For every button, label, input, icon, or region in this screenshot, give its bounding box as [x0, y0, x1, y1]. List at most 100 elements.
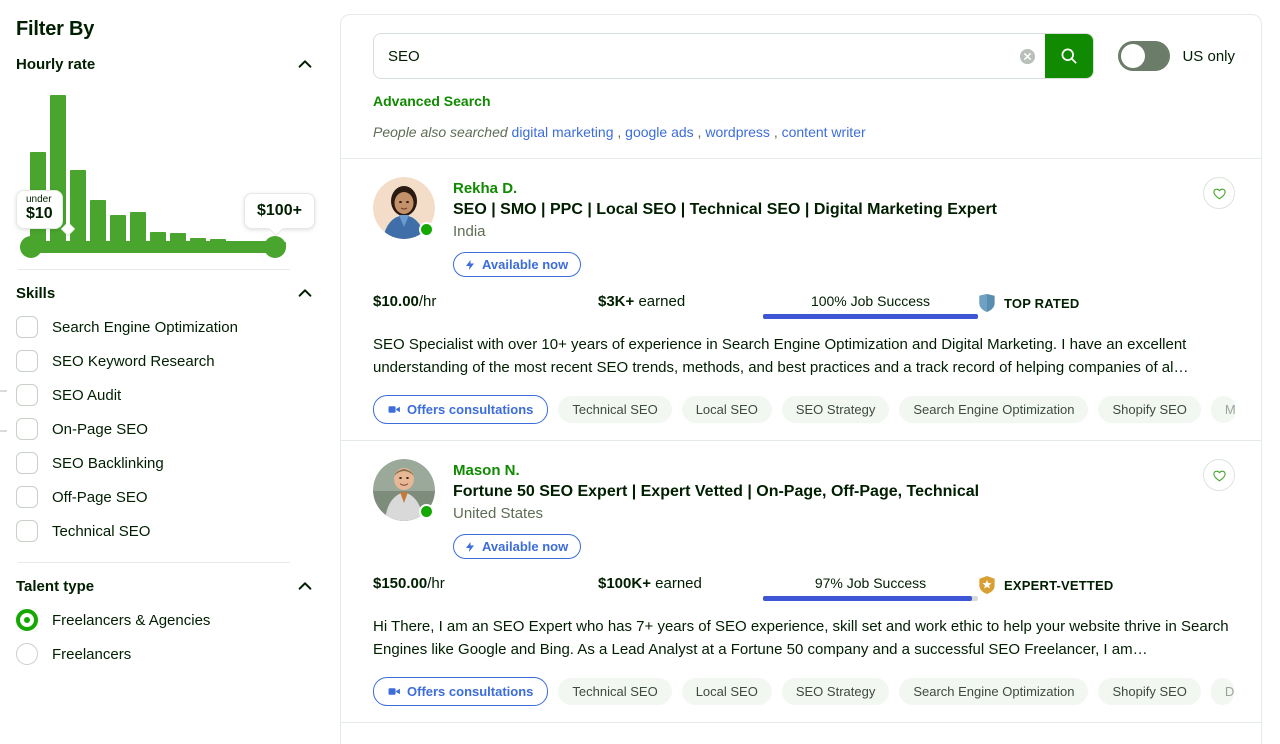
skill-tag[interactable]: Local SEO — [682, 396, 772, 423]
card-header: Mason N.Fortune 50 SEO Expert | Expert V… — [373, 459, 1235, 559]
rate-value: $10.00 — [373, 293, 419, 310]
skill-option-label: Off-Page SEO — [52, 489, 148, 506]
earned-value: $3K+ — [598, 293, 634, 310]
people-also-searched-label: People also searched — [373, 124, 508, 140]
range-slider-max-handle[interactable] — [264, 236, 286, 258]
freelancer-card[interactable]: Mason N.Fortune 50 SEO Expert | Expert V… — [341, 441, 1261, 723]
skill-tag[interactable]: Technical SEO — [558, 396, 671, 423]
scroll-tick-marker — [0, 390, 7, 392]
talent-search-page: Filter By Hourly rate under $10 — [0, 0, 1280, 744]
talent-type-header[interactable]: Talent type — [16, 563, 314, 603]
stats-row: $150.00/hr$100K+ earned97% Job SuccessEX… — [373, 575, 1235, 601]
clear-icon[interactable] — [1009, 34, 1045, 78]
search-box[interactable] — [373, 33, 1094, 79]
search-button[interactable] — [1045, 34, 1093, 78]
skill-tag[interactable]: Search Engine Optimization — [899, 396, 1088, 423]
save-heart-icon[interactable] — [1203, 177, 1235, 209]
people-also-searched-link[interactable]: wordpress — [705, 124, 770, 140]
talent-type-options-list: Freelancers & Agencies Freelancers — [16, 603, 314, 671]
skill-option-5[interactable]: Off-Page SEO — [16, 480, 314, 514]
checkbox[interactable] — [16, 418, 38, 440]
chevron-up-icon[interactable] — [296, 55, 314, 73]
checkbox[interactable] — [16, 316, 38, 338]
freelancer-description: SEO Specialist with over 10+ years of ex… — [373, 333, 1235, 379]
skill-option-0[interactable]: Search Engine Optimization — [16, 310, 314, 344]
chevron-up-icon[interactable] — [296, 284, 314, 302]
hourly-rate-heading: Hourly rate — [16, 56, 95, 73]
talent-type-heading: Talent type — [16, 578, 94, 595]
talent-type-option-label: Freelancers & Agencies — [52, 612, 210, 629]
avatar[interactable] — [373, 459, 435, 521]
checkbox[interactable] — [16, 486, 38, 508]
checkbox[interactable] — [16, 520, 38, 542]
identity-block: Rekha D.SEO | SMO | PPC | Local SEO | Te… — [453, 177, 997, 277]
skills-header[interactable]: Skills — [16, 270, 314, 310]
skill-tag-truncated[interactable]: M — [1211, 396, 1235, 423]
skill-option-3[interactable]: On-Page SEO — [16, 412, 314, 446]
rating-badge: EXPERT-VETTED — [978, 575, 1114, 595]
skill-tag[interactable]: SEO Strategy — [782, 678, 889, 705]
people-also-searched-link[interactable]: digital marketing — [512, 124, 614, 140]
skill-tag[interactable]: Technical SEO — [558, 678, 671, 705]
freelancer-name[interactable]: Mason N. — [453, 461, 979, 480]
skill-option-label: SEO Keyword Research — [52, 353, 215, 370]
freelancer-title: Fortune 50 SEO Expert | Expert Vetted | … — [453, 481, 979, 503]
scroll-tick-marker — [0, 430, 7, 432]
skills-heading: Skills — [16, 285, 55, 302]
checkbox[interactable] — [16, 350, 38, 372]
hourly-rate-header[interactable]: Hourly rate — [16, 41, 314, 81]
offers-consultations-tag[interactable]: Offers consultations — [373, 395, 548, 424]
radio-button[interactable] — [16, 643, 38, 665]
skill-tag-truncated[interactable]: D — [1211, 678, 1234, 705]
hourly-rate-histogram: under $10 $100+ — [16, 83, 312, 263]
people-also-searched-link[interactable]: content writer — [782, 124, 866, 140]
skill-option-6[interactable]: Technical SEO — [16, 514, 314, 548]
checkbox[interactable] — [16, 384, 38, 406]
freelancer-location: India — [453, 223, 997, 240]
avatar[interactable] — [373, 177, 435, 239]
search-results-panel: US only Advanced Search People also sear… — [340, 14, 1262, 744]
people-also-searched-link[interactable]: google ads — [625, 124, 694, 140]
range-slider-track[interactable] — [30, 241, 286, 253]
online-status-dot — [419, 504, 434, 519]
skill-option-2[interactable]: SEO Audit — [16, 378, 314, 412]
us-only-toggle[interactable] — [1118, 41, 1170, 71]
job-success-label: 100% Job Success — [763, 293, 978, 309]
advanced-search-link[interactable]: Advanced Search — [373, 93, 1235, 109]
checkbox[interactable] — [16, 452, 38, 474]
skill-option-label: On-Page SEO — [52, 421, 148, 438]
save-heart-icon[interactable] — [1203, 459, 1235, 491]
skill-tag[interactable]: Shopify SEO — [1098, 396, 1200, 423]
rate-suffix: /hr — [419, 293, 437, 310]
range-slider-min-handle[interactable] — [20, 236, 42, 258]
chevron-up-icon[interactable] — [296, 577, 314, 595]
skill-tag[interactable]: Local SEO — [682, 678, 772, 705]
filter-sidebar: Filter By Hourly rate under $10 — [0, 0, 340, 744]
rating-badge-label: EXPERT-VETTED — [1004, 578, 1114, 593]
skill-tag[interactable]: Search Engine Optimization — [899, 678, 1088, 705]
min-rate-small-label: under — [26, 194, 53, 205]
freelancer-name[interactable]: Rekha D. — [453, 179, 997, 198]
skill-option-1[interactable]: SEO Keyword Research — [16, 344, 314, 378]
talent-type-option-0[interactable]: Freelancers & Agencies — [16, 603, 314, 637]
people-also-searched-links: digital marketing , google ads , wordpre… — [512, 124, 866, 140]
talent-type-option-1[interactable]: Freelancers — [16, 637, 314, 671]
stats-row: $10.00/hr$3K+ earned100% Job SuccessTOP … — [373, 293, 1235, 319]
search-input[interactable] — [374, 34, 1009, 78]
job-success-bar-track — [763, 314, 978, 319]
skill-tag[interactable]: Shopify SEO — [1098, 678, 1200, 705]
radio-button[interactable] — [16, 609, 38, 631]
earned-suffix: earned — [634, 293, 685, 310]
filter-section-hourly-rate: Hourly rate under $10 $100+ — [14, 41, 340, 270]
expert-vetted-shield-icon — [978, 575, 996, 595]
online-status-dot — [419, 222, 434, 237]
filter-by-title: Filter By — [16, 18, 340, 41]
skill-option-4[interactable]: SEO Backlinking — [16, 446, 314, 480]
people-also-searched: People also searched digital marketing ,… — [373, 124, 1235, 140]
offers-consultations-tag[interactable]: Offers consultations — [373, 677, 548, 706]
earned-stat: $100K+ earned — [558, 575, 763, 592]
freelancer-card[interactable]: Rekha D.SEO | SMO | PPC | Local SEO | Te… — [341, 159, 1261, 441]
us-only-control: US only — [1118, 41, 1235, 71]
skill-tag[interactable]: SEO Strategy — [782, 396, 889, 423]
min-rate-value: $10 — [26, 205, 53, 223]
